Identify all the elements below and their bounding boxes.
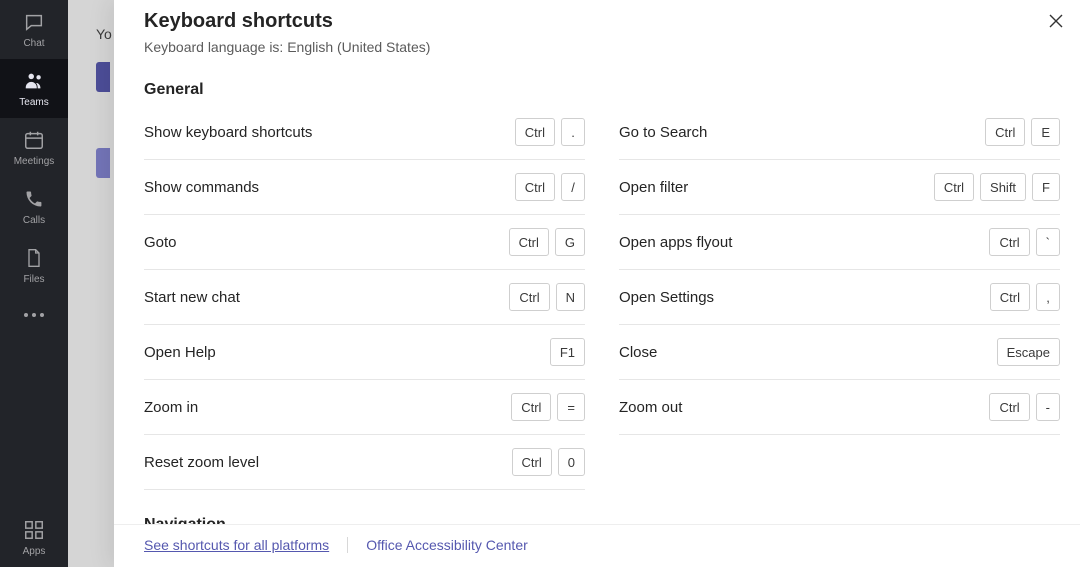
apprail-more[interactable]: [0, 295, 68, 335]
modal-subtitle: Keyboard language is: English (United St…: [144, 39, 1060, 55]
shortcut-label: Show commands: [144, 179, 259, 196]
key: Ctrl: [515, 173, 555, 201]
apprail-files-label: Files: [23, 274, 44, 286]
shortcut-row: Zoom in Ctrl=: [144, 380, 585, 435]
modal-footer: See shortcuts for all platforms Office A…: [114, 524, 1080, 567]
apprail-meetings[interactable]: Meetings: [0, 118, 68, 177]
key: Ctrl: [934, 173, 974, 201]
modal-title: Keyboard shortcuts: [144, 10, 1060, 33]
key: ,: [1036, 283, 1060, 311]
shortcut-label: Close: [619, 344, 657, 361]
apprail-teams-label: Teams: [19, 97, 48, 109]
apprail-teams[interactable]: Teams: [0, 59, 68, 118]
see-all-platforms-link[interactable]: See shortcuts for all platforms: [144, 537, 329, 553]
shortcut-label: Start new chat: [144, 289, 240, 306]
shortcut-label: Go to Search: [619, 124, 707, 141]
keyboard-shortcuts-modal: Keyboard shortcuts Keyboard language is:…: [114, 0, 1080, 567]
shortcut-label: Zoom out: [619, 399, 682, 416]
key: Ctrl: [515, 118, 555, 146]
key: .: [561, 118, 585, 146]
teams-icon: [22, 69, 46, 93]
shortcut-label: Show keyboard shortcuts: [144, 124, 312, 141]
key: E: [1031, 118, 1060, 146]
close-icon: [1048, 13, 1064, 32]
shortcut-label: Open apps flyout: [619, 234, 732, 251]
shortcut-row: Open Settings Ctrl,: [619, 270, 1060, 325]
key: -: [1036, 393, 1060, 421]
shortcut-label: Zoom in: [144, 399, 198, 416]
shortcut-row: Close Escape: [619, 325, 1060, 380]
background-text: Yo: [96, 26, 112, 42]
shortcut-row: Show keyboard shortcuts Ctrl.: [144, 105, 585, 160]
background-chip: [96, 148, 110, 178]
apprail-meetings-label: Meetings: [14, 156, 55, 168]
calendar-icon: [22, 128, 46, 152]
apprail-chat-label: Chat: [23, 38, 44, 50]
key: Escape: [997, 338, 1060, 366]
key: /: [561, 173, 585, 201]
key: Ctrl: [509, 283, 549, 311]
key: F1: [550, 338, 585, 366]
key: G: [555, 228, 585, 256]
shortcut-label: Open Help: [144, 344, 216, 361]
shortcut-row: Open filter CtrlShiftF: [619, 160, 1060, 215]
shortcut-label: Goto: [144, 234, 177, 251]
shortcut-row: Goto CtrlG: [144, 215, 585, 270]
shortcut-label: Open filter: [619, 179, 688, 196]
key: Ctrl: [985, 118, 1025, 146]
key: 0: [558, 448, 585, 476]
key: N: [556, 283, 585, 311]
shortcut-row: Reset zoom level Ctrl0: [144, 435, 585, 490]
shortcut-row: Open apps flyout Ctrl`: [619, 215, 1060, 270]
chat-icon: [22, 10, 46, 34]
shortcut-row: Show commands Ctrl/: [144, 160, 585, 215]
key: Ctrl: [512, 448, 552, 476]
shortcut-row: Open Help F1: [144, 325, 585, 380]
apprail-apps[interactable]: Apps: [0, 508, 68, 567]
background-chip: [96, 62, 110, 92]
phone-icon: [22, 187, 46, 211]
shortcut-row: Go to Search CtrlE: [619, 105, 1060, 160]
section-title-navigation: Navigation: [144, 516, 1060, 524]
shortcut-label: Open Settings: [619, 289, 714, 306]
key: Ctrl: [989, 228, 1029, 256]
files-icon: [22, 246, 46, 270]
shortcut-label: Reset zoom level: [144, 454, 259, 471]
apprail-apps-label: Apps: [23, 546, 46, 558]
key: =: [557, 393, 585, 421]
key: Ctrl: [511, 393, 551, 421]
key: Ctrl: [989, 393, 1029, 421]
app-rail: Chat Teams Meetings Calls Files: [0, 0, 68, 567]
close-button[interactable]: [1040, 6, 1072, 38]
apprail-chat[interactable]: Chat: [0, 0, 68, 59]
apprail-calls-label: Calls: [23, 215, 45, 227]
apps-icon: [22, 518, 46, 542]
section-title-general: General: [144, 81, 1060, 99]
key: `: [1036, 228, 1060, 256]
key: Shift: [980, 173, 1026, 201]
apprail-calls[interactable]: Calls: [0, 177, 68, 236]
key: F: [1032, 173, 1060, 201]
accessibility-center-link[interactable]: Office Accessibility Center: [366, 537, 528, 553]
shortcut-row: Zoom out Ctrl-: [619, 380, 1060, 435]
key: Ctrl: [990, 283, 1030, 311]
shortcut-row: Start new chat CtrlN: [144, 270, 585, 325]
key: Ctrl: [509, 228, 549, 256]
apprail-files[interactable]: Files: [0, 236, 68, 295]
footer-separator: [347, 537, 348, 553]
